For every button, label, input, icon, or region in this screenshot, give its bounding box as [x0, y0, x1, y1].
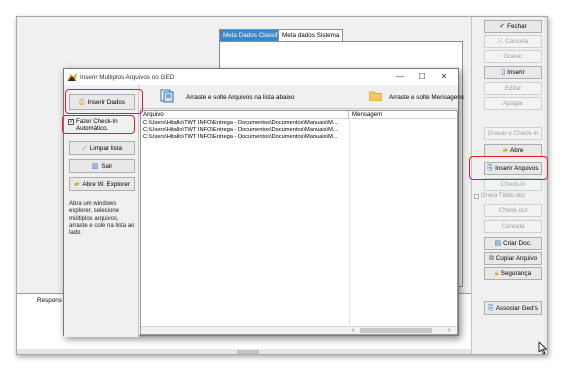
dialog-sidebar: ⎙ Inserir Dados ✓ Fazer Check-In Automát… — [64, 85, 139, 337]
scroll-right-icon[interactable]: › — [448, 327, 450, 334]
folder-icon: ▰ — [74, 180, 80, 188]
column-header-mensagem[interactable]: Mensagem — [350, 111, 458, 119]
close-button[interactable]: ✕ — [434, 71, 454, 82]
insert-multiple-files-dialog: Inserir Multiplos Arquivos no GED — ☐ ✕ … — [63, 68, 464, 337]
horizontal-scrollbar[interactable] — [17, 349, 471, 354]
criar-doc-button[interactable]: ▤ Criar Doc. — [484, 237, 542, 250]
inserir-dados-button[interactable]: ⎙ Inserir Dados — [69, 94, 135, 110]
auto-checkin-checkbox[interactable]: ✓ Fazer Check-In Automático. — [68, 118, 134, 136]
drop-messages-label: Arraste e solte Mensagens — [389, 94, 464, 101]
insert-data-icon: ⎙ — [78, 98, 85, 106]
files-grid[interactable]: Arquivo Mensagem C:\Users\Hitallo\TWT IN… — [140, 110, 458, 335]
grava-titulo-doc-checkbox[interactable]: Grava Título doc — [474, 193, 525, 199]
abre-button[interactable]: ▰ Abre — [484, 144, 542, 157]
link-documents-icon: ⎘ — [488, 304, 494, 312]
drag-drop-files-icon — [160, 89, 174, 103]
exit-door-icon: ▥ — [91, 162, 99, 170]
grid-horizontal-scrollbar[interactable]: ‹ › — [141, 326, 457, 334]
cancela-secondary-button[interactable]: Cancela — [484, 220, 542, 233]
dialog-titlebar[interactable]: Inserir Multiplos Arquivos no GED — ☐ ✕ — [64, 69, 458, 85]
inserir-button[interactable]: ▯ Inserir — [484, 66, 542, 79]
grid-header: Arquivo Mensagem — [141, 111, 457, 119]
checkmark-icon[interactable]: ✓ — [68, 119, 74, 125]
checkin-button[interactable]: Check-in — [484, 178, 542, 191]
app-logo-icon — [67, 72, 77, 81]
dialog-main-area: Arraste e solte Arquivos na lista abaixo… — [140, 85, 464, 335]
fechar-button[interactable]: ✔ Fechar — [484, 20, 542, 33]
copiar-arquivo-button[interactable]: ⧉ Copiar Arquivo — [484, 252, 542, 265]
responsible-label: Respons — [37, 297, 62, 304]
scroll-left-icon[interactable]: ‹ — [352, 327, 354, 334]
tab-meta-dados-sistema[interactable]: Meta dados Sistema — [278, 29, 344, 41]
associar-geds-button[interactable]: ⎘ Associar Ged's — [484, 301, 542, 315]
column-header-arquivo[interactable]: Arquivo — [141, 111, 349, 119]
gravar-button[interactable]: Gravar — [484, 50, 542, 63]
insert-files-icon: ⎘ — [487, 165, 494, 172]
column-divider — [349, 120, 350, 326]
cancel-icon: ⤫ — [497, 38, 504, 45]
apagar-button[interactable]: Apagar — [484, 97, 542, 110]
abre-explorer-button[interactable]: ▰ Abre W. Explorer — [69, 177, 135, 191]
checkout-button[interactable]: Check-out — [484, 204, 542, 217]
folder-icon: ▰ — [502, 147, 509, 154]
grid-rows: C:\Users\Hitallo\TWT INFO\Entrega - Docu… — [141, 120, 349, 140]
checkbox-box[interactable] — [474, 193, 479, 199]
dialog-title: Inserir Multiplos Arquivos no GED — [80, 73, 175, 81]
right-action-toolbar: ✔ Fechar ⤫ Cancela Gravar ▯ Inserir Edit… — [471, 17, 547, 354]
mouse-pointer-icon — [538, 341, 547, 355]
limpar-lista-button[interactable]: ⟋ Limpar lista — [69, 141, 135, 155]
table-row[interactable]: C:\Users\Hitallo\TWT INFO\Entrega - Docu… — [141, 127, 349, 134]
inserir-arquivos-button[interactable]: ⎘ Inserir Arquivos — [484, 162, 542, 175]
help-text: Abra um windows explorer, selecione múlt… — [69, 201, 135, 237]
minimize-button[interactable]: — — [390, 71, 410, 82]
drop-files-label: Arraste e solte Arquivos na lista abaixo — [186, 94, 295, 101]
table-row[interactable]: C:\Users\Hitallo\TWT INFO\Entrega - Docu… — [141, 134, 349, 141]
seguranca-button[interactable]: 🔒︎ Segurança — [484, 267, 542, 280]
broom-icon: ⟋ — [81, 144, 87, 152]
new-document-icon: ▤ — [494, 240, 502, 247]
scrollbar-thumb[interactable] — [237, 350, 259, 354]
toolbar-scrollbar[interactable] — [544, 17, 547, 354]
table-row[interactable]: C:\Users\Hitallo\TWT INFO\Entrega - Docu… — [141, 120, 349, 127]
copy-icon: ⧉ — [488, 255, 494, 262]
scrollbar-thumb[interactable] — [360, 328, 432, 333]
cancela-button[interactable]: ⤫ Cancela — [484, 35, 542, 48]
document-icon: ▯ — [501, 69, 506, 76]
tab-meta-dados-classif[interactable]: Meta Dados Classif. — [219, 29, 284, 41]
auto-checkin-label: Fazer Check-In Automático. — [76, 118, 118, 132]
editar-button[interactable]: Editar — [484, 82, 542, 95]
lock-icon: 🔒︎ — [494, 270, 499, 277]
folder-icon — [369, 91, 382, 101]
gravar-checkin-button[interactable]: Gravar e Check-in — [484, 127, 542, 140]
checkmark-icon: ✔ — [499, 23, 506, 30]
maximize-button[interactable]: ☐ — [412, 71, 432, 82]
sair-button[interactable]: ▥ Sair — [69, 159, 135, 173]
drop-zone-header: Arraste e solte Arquivos na lista abaixo… — [140, 85, 464, 109]
